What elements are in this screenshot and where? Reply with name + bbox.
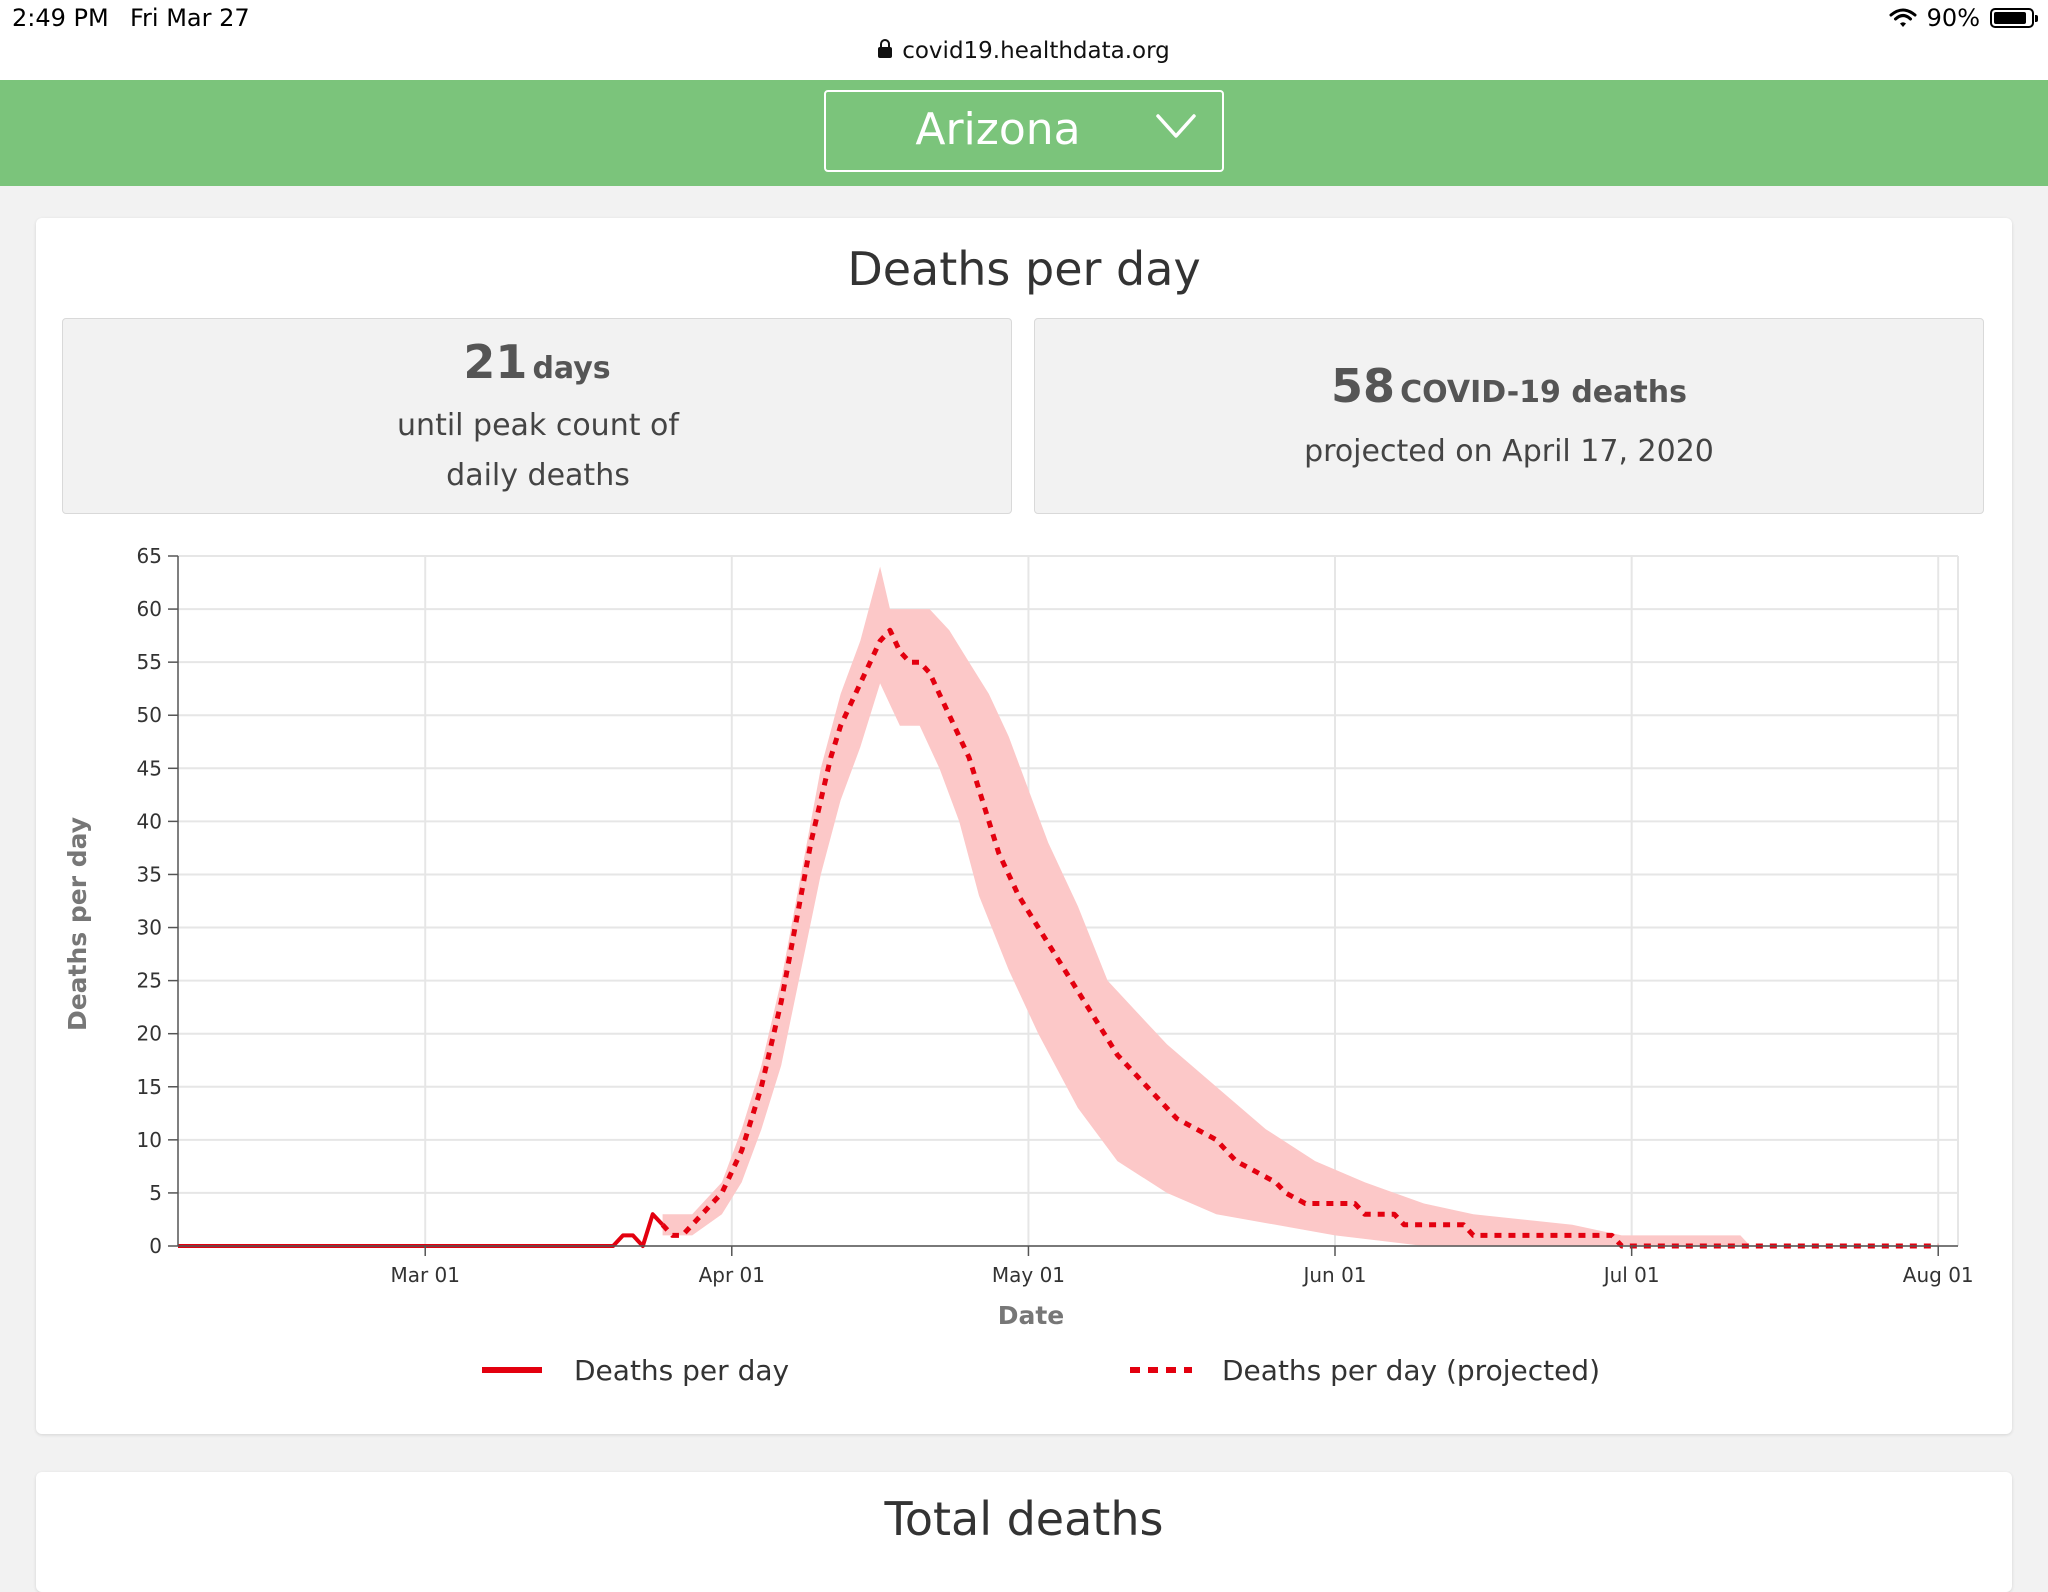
y-tick-label: 15 xyxy=(137,1075,162,1099)
x-tick-label: May 01 xyxy=(992,1263,1065,1287)
deaths-per-day-chart: 0 5 10 15 20 25 30 35 40 45 50 55 60 65 Mar 01 Apr 01 Ma… xyxy=(63,544,1974,1387)
address-bar[interactable]: covid19.healthdata.org xyxy=(0,38,2048,64)
chart-legend: Deaths per day Deaths per day (projected… xyxy=(482,1354,1600,1387)
x-tick-label: Jun 01 xyxy=(1301,1263,1366,1287)
location-select[interactable]: Arizona xyxy=(824,90,1224,172)
total-deaths-title: Total deaths xyxy=(884,1492,1164,1546)
deaths-per-day-card: Deaths per day 21 days until peak count … xyxy=(36,218,2012,1434)
y-tick-label: 55 xyxy=(137,650,162,674)
x-tick-label: Jul 01 xyxy=(1602,1263,1660,1287)
battery-percent: 90% xyxy=(1926,4,1980,32)
y-tick-label: 65 xyxy=(137,544,162,568)
wifi-icon xyxy=(1889,8,1917,27)
status-date: Fri Mar 27 xyxy=(130,4,250,32)
status-right: 90% xyxy=(1889,4,2038,32)
location-select-value: Arizona xyxy=(915,104,1081,155)
y-tick-label: 10 xyxy=(137,1128,162,1152)
legend-label-actual: Deaths per day xyxy=(574,1354,789,1387)
total-deaths-card: Total deaths xyxy=(36,1472,2012,1592)
url-text: covid19.healthdata.org xyxy=(902,38,1170,64)
x-tick-label: Aug 01 xyxy=(1903,1263,1974,1287)
legend-label-projected: Deaths per day (projected) xyxy=(1222,1354,1600,1387)
y-tick-label: 20 xyxy=(137,1022,162,1046)
uncertainty-band xyxy=(662,566,1751,1246)
chevron-down-icon xyxy=(1156,114,1196,138)
y-tick-label: 5 xyxy=(149,1181,162,1205)
status-bar: 2:49 PM Fri Mar 27 covid19.healthdata.or… xyxy=(0,0,2048,80)
lock-icon xyxy=(878,39,893,58)
y-tick-label: 40 xyxy=(137,809,162,833)
y-tick-label: 0 xyxy=(149,1234,162,1258)
series-line-actual xyxy=(178,1212,665,1248)
header-bar: Arizona xyxy=(0,80,2048,186)
y-axis-title: Deaths per day xyxy=(63,817,92,1031)
y-tick-label: 60 xyxy=(137,597,162,621)
battery-icon xyxy=(1990,8,2038,28)
x-tick-label: Mar 01 xyxy=(390,1263,460,1287)
status-time: 2:49 PM xyxy=(12,4,109,32)
y-tick-label: 35 xyxy=(137,862,162,886)
y-tick-label: 30 xyxy=(137,916,162,940)
x-axis-title: Date xyxy=(998,1301,1065,1330)
x-tick-label: Apr 01 xyxy=(699,1263,765,1287)
y-tick-label: 50 xyxy=(137,703,162,727)
y-tick-label: 25 xyxy=(137,969,162,993)
y-tick-label: 45 xyxy=(137,756,162,780)
